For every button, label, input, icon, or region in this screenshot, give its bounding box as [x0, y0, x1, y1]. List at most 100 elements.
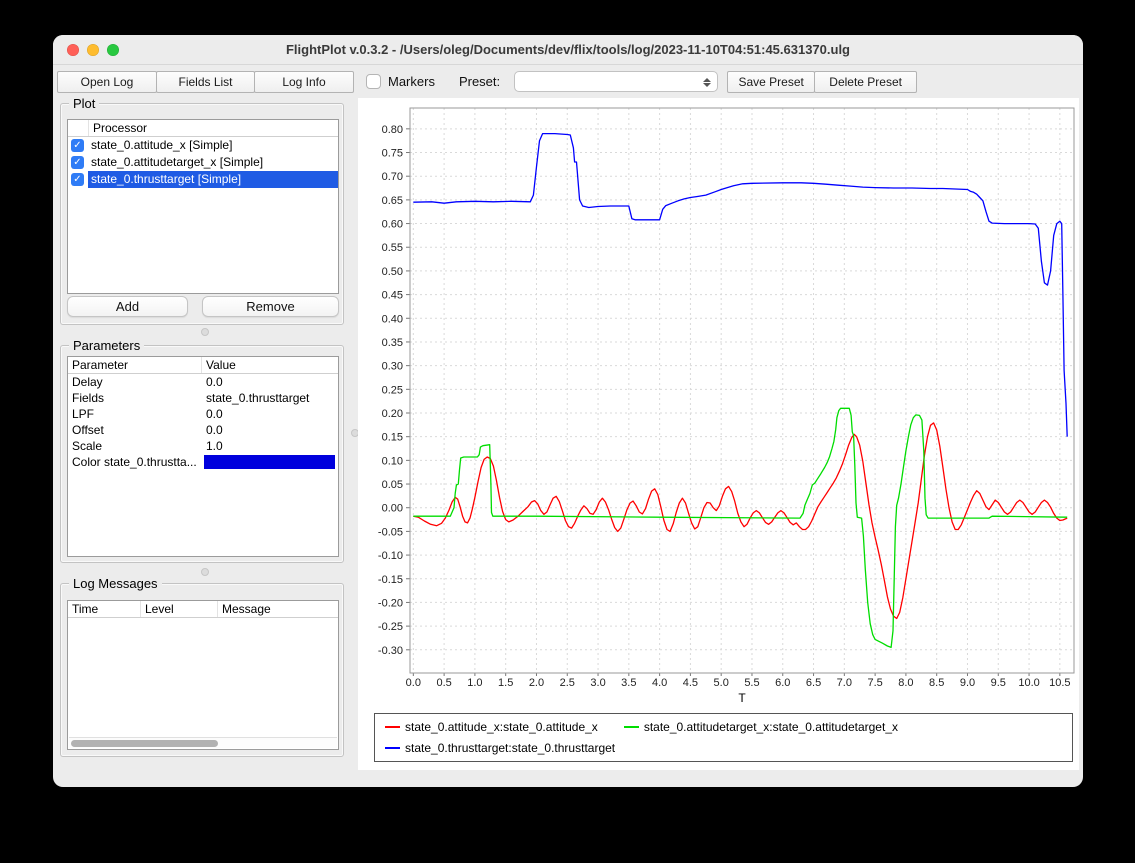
- parameter-value[interactable]: 1.0: [202, 438, 338, 454]
- y-tick-label: 0.50: [382, 266, 403, 278]
- y-tick-label: 0.60: [382, 219, 403, 231]
- preset-combobox[interactable]: [514, 71, 718, 92]
- parameter-name: Fields: [68, 390, 202, 406]
- processor-row[interactable]: ✓state_0.thrusttarget [Simple]: [68, 171, 338, 188]
- log-info-button[interactable]: Log Info: [254, 71, 354, 93]
- value-column-header: Value: [202, 357, 338, 373]
- zoom-window-button[interactable]: [107, 44, 119, 56]
- parameter-name: LPF: [68, 406, 202, 422]
- parameter-row[interactable]: Delay0.0: [68, 374, 338, 390]
- markers-checkbox[interactable]: [366, 74, 381, 89]
- plot-group: Plot Processor ✓state_0.attitude_x [Simp…: [60, 103, 344, 325]
- y-tick-label: 0.05: [382, 479, 403, 491]
- combo-stepper-icon[interactable]: [701, 74, 713, 90]
- scrollbar-thumb[interactable]: [71, 740, 218, 747]
- parameter-value[interactable]: 0.0: [202, 406, 338, 422]
- parameter-column-header: Parameter: [68, 357, 202, 373]
- parameter-value[interactable]: state_0.thrusttarget: [202, 390, 338, 406]
- delete-preset-button[interactable]: Delete Preset: [814, 71, 917, 93]
- save-preset-button[interactable]: Save Preset: [727, 71, 815, 93]
- left-sidebar: Plot Processor ✓ state_0.attitude_x [Simp…: [57, 97, 353, 787]
- x-tick-label: 6.0: [775, 677, 790, 689]
- y-tick-label: 0.20: [382, 408, 403, 420]
- processor-checkbox[interactable]: ✓: [71, 139, 84, 152]
- parameter-value[interactable]: 0.0: [202, 422, 338, 438]
- x-tick-label: 3.0: [590, 677, 605, 689]
- preset-label: Preset:: [459, 74, 500, 89]
- y-tick-label: 0.70: [382, 171, 403, 183]
- y-tick-label: 0.00: [382, 503, 403, 515]
- remove-button[interactable]: Remove: [202, 296, 339, 317]
- markers-label: Markers: [388, 74, 435, 89]
- parameter-value[interactable]: [202, 454, 338, 470]
- x-tick-label: 2.0: [529, 677, 544, 689]
- y-tick-label: 0.25: [382, 384, 403, 396]
- toolbar: Open Log Fields List Log Info Markers Pr…: [53, 65, 1083, 98]
- parameter-row[interactable]: Scale1.0: [68, 438, 338, 454]
- chart-legend: state_0.attitude_x:state_0.attitude_xsta…: [374, 713, 1073, 762]
- x-tick-label: 2.5: [560, 677, 575, 689]
- parameters-group: Parameters Parameter Value Delay0.0Field…: [60, 345, 344, 563]
- parameter-value[interactable]: 0.0: [202, 374, 338, 390]
- parameter-name: Color state_0.thrustta...: [68, 454, 202, 470]
- divider-grip-icon: [201, 568, 209, 576]
- fields-list-button[interactable]: Fields List: [156, 71, 255, 93]
- processor-list[interactable]: Processor ✓state_0.attitude_x [Simple]✓s…: [67, 119, 339, 294]
- log-messages-table[interactable]: Time Level Message: [67, 600, 339, 750]
- horizontal-scrollbar[interactable]: [69, 737, 337, 748]
- x-tick-label: 0.0: [406, 677, 421, 689]
- parameter-row[interactable]: Fieldsstate_0.thrusttarget: [68, 390, 338, 406]
- legend-line-icon: [385, 726, 400, 728]
- parameter-name: Delay: [68, 374, 202, 390]
- parameters-table[interactable]: Parameter Value Delay0.0Fieldsstate_0.th…: [67, 356, 339, 557]
- plot-group-title: Plot: [69, 96, 99, 111]
- split-divider[interactable]: [57, 327, 353, 337]
- message-column-header: Message: [218, 601, 338, 617]
- x-tick-label: 0.5: [436, 677, 451, 689]
- processor-row[interactable]: ✓state_0.attitudetarget_x [Simple]: [68, 154, 338, 171]
- x-tick-label: 9.5: [991, 677, 1006, 689]
- parameter-row[interactable]: LPF0.0: [68, 406, 338, 422]
- x-tick-label: 8.0: [898, 677, 913, 689]
- x-tick-label: 3.5: [621, 677, 636, 689]
- parameter-row[interactable]: Color state_0.thrustta...: [68, 454, 338, 470]
- processor-column-header: Processor: [89, 121, 147, 135]
- minimize-window-button[interactable]: [87, 44, 99, 56]
- y-tick-label: 0.30: [382, 361, 403, 373]
- processor-list-header: Processor: [68, 120, 338, 137]
- legend-label: state_0.thrusttarget:state_0.thrusttarge…: [405, 741, 615, 755]
- processor-label: state_0.attitude_x [Simple]: [88, 137, 338, 154]
- color-swatch[interactable]: [204, 455, 335, 469]
- processor-checkbox[interactable]: ✓: [71, 173, 84, 186]
- legend-line-icon: [624, 726, 639, 728]
- traffic-lights: [67, 44, 119, 56]
- processor-checkbox[interactable]: ✓: [71, 156, 84, 169]
- log-messages-group: Log Messages Time Level Message: [60, 583, 344, 757]
- legend-label: state_0.attitude_x:state_0.attitude_x: [405, 720, 598, 734]
- y-tick-label: -0.30: [378, 645, 403, 657]
- x-tick-label: 6.5: [806, 677, 821, 689]
- parameter-row[interactable]: Offset0.0: [68, 422, 338, 438]
- x-tick-label: 1.0: [467, 677, 482, 689]
- time-column-header: Time: [68, 601, 141, 617]
- divider-grip-icon: [201, 328, 209, 336]
- processor-row[interactable]: ✓ state_0.attitude_x [Simple]: [68, 137, 338, 154]
- y-tick-label: -0.05: [378, 526, 403, 538]
- log-table-header: Time Level Message: [68, 601, 338, 618]
- y-tick-label: 0.15: [382, 432, 403, 444]
- legend-entry: state_0.attitudetarget_x:state_0.attitud…: [624, 717, 898, 737]
- legend-label: state_0.attitudetarget_x:state_0.attitud…: [644, 720, 898, 734]
- title-bar[interactable]: FlightPlot v.0.3.2 - /Users/oleg/Documen…: [53, 35, 1083, 65]
- chart-panel: 0.00.51.01.52.02.53.03.54.04.55.05.56.06…: [358, 98, 1079, 770]
- x-axis-title: T: [738, 691, 746, 705]
- legend-line-icon: [385, 747, 400, 749]
- add-button[interactable]: Add: [67, 296, 188, 317]
- close-window-button[interactable]: [67, 44, 79, 56]
- x-tick-label: 9.0: [960, 677, 975, 689]
- y-tick-label: 0.40: [382, 313, 403, 325]
- flight-chart[interactable]: 0.00.51.01.52.02.53.03.54.04.55.05.56.06…: [358, 98, 1079, 708]
- x-tick-label: 4.5: [683, 677, 698, 689]
- parameters-table-header: Parameter Value: [68, 357, 338, 374]
- log-messages-group-title: Log Messages: [69, 576, 162, 591]
- open-log-button[interactable]: Open Log: [57, 71, 157, 93]
